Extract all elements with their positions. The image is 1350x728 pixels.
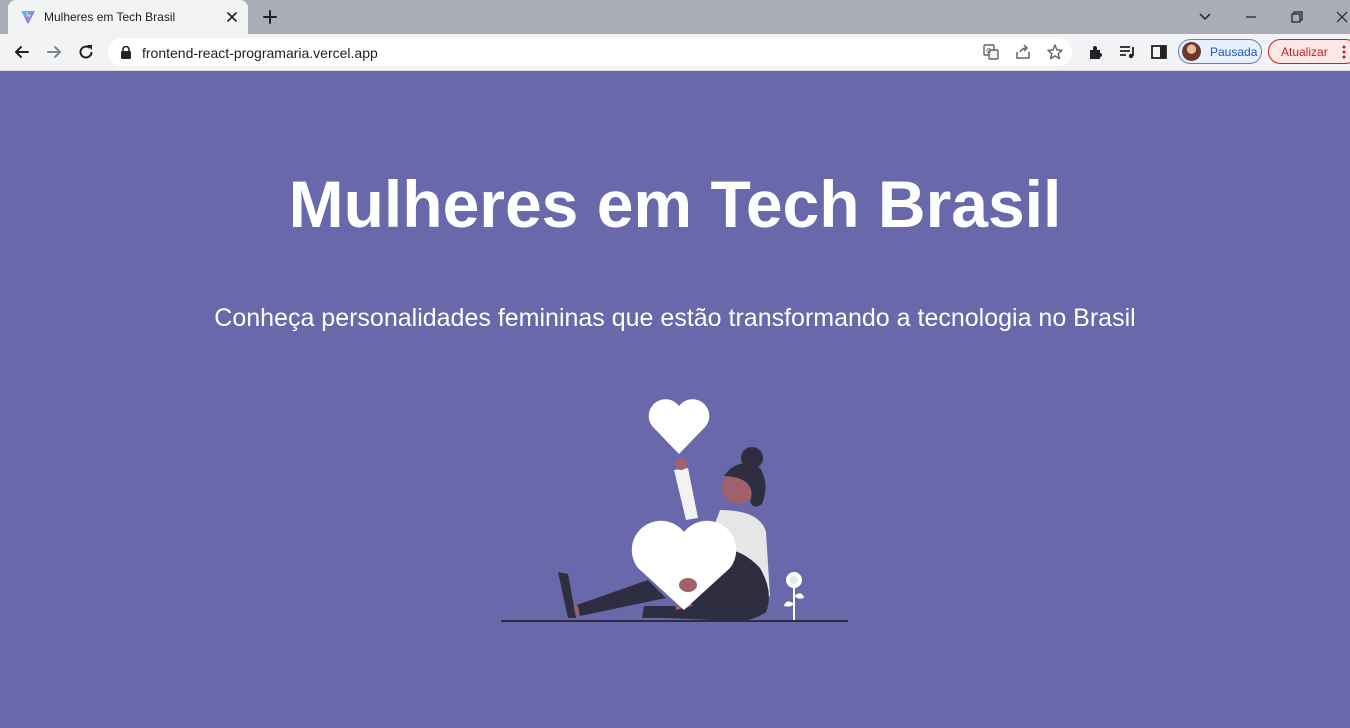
more-vertical-icon xyxy=(1342,45,1346,59)
side-panel-icon[interactable] xyxy=(1149,42,1169,62)
flower-icon xyxy=(784,572,804,620)
back-arrow-icon[interactable] xyxy=(12,42,32,62)
restore-icon[interactable] xyxy=(1286,6,1308,28)
avatar xyxy=(1182,42,1201,61)
update-button[interactable]: Atualizar xyxy=(1268,39,1350,64)
profile-label: Pausada xyxy=(1210,45,1258,59)
browser-tab[interactable]: Mulheres em Tech Brasil xyxy=(8,0,248,34)
floating-heart-icon xyxy=(648,399,710,454)
minimize-icon[interactable] xyxy=(1240,6,1262,28)
page-subtitle: Conheça personalidades femininas que est… xyxy=(214,304,1136,332)
browser-tab-strip: Mulheres em Tech Brasil xyxy=(0,0,1350,34)
svg-text:G: G xyxy=(986,47,991,55)
lock-icon[interactable] xyxy=(120,46,132,59)
bookmark-star-icon[interactable] xyxy=(1046,43,1064,61)
profile-button[interactable]: Pausada xyxy=(1178,39,1262,64)
share-icon[interactable] xyxy=(1014,43,1032,61)
extensions-puzzle-icon[interactable] xyxy=(1086,42,1106,62)
woman-with-hearts-illustration xyxy=(501,399,848,622)
address-bar[interactable]: frontend-react-programaria.vercel.app G xyxy=(108,38,1072,66)
window-close-icon[interactable] xyxy=(1331,6,1350,28)
page-title: Mulheres em Tech Brasil xyxy=(288,167,1062,241)
translate-icon[interactable]: G xyxy=(982,43,1000,61)
tab-search-icon[interactable] xyxy=(1194,6,1216,28)
reload-icon[interactable] xyxy=(76,42,96,62)
forward-arrow-icon[interactable] xyxy=(44,42,64,62)
close-icon[interactable] xyxy=(224,9,240,25)
url-text[interactable]: frontend-react-programaria.vercel.app xyxy=(142,45,378,61)
new-tab-icon[interactable] xyxy=(261,8,279,26)
media-queue-icon[interactable] xyxy=(1117,42,1137,62)
tab-title: Mulheres em Tech Brasil xyxy=(44,10,176,24)
update-label: Atualizar xyxy=(1281,45,1328,59)
browser-toolbar: frontend-react-programaria.vercel.app G … xyxy=(0,34,1350,71)
vite-logo-icon xyxy=(21,10,35,24)
